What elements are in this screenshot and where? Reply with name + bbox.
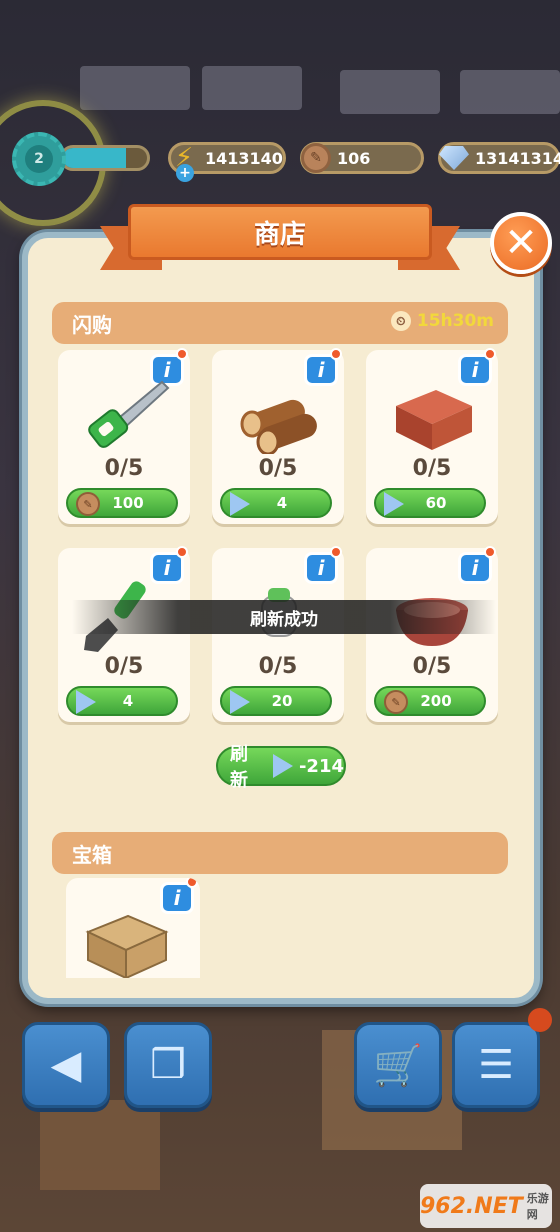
coin-icon: ✎	[76, 492, 100, 516]
gem-icon	[435, 139, 473, 177]
buy-button[interactable]: 4	[66, 686, 178, 716]
logs-icon	[240, 399, 317, 454]
background-box	[40, 1100, 160, 1190]
shop-title-ribbon: 商店	[100, 196, 460, 272]
item-count: 0/5	[258, 654, 298, 679]
close-button[interactable]: ✕	[490, 212, 552, 274]
coin-icon: ✎	[297, 139, 335, 177]
wood-block-icon	[396, 390, 472, 450]
gem-value: 13141314	[475, 148, 560, 168]
clock-icon: ⏲	[390, 311, 411, 331]
buy-button[interactable]: 60	[374, 488, 486, 518]
gem-icon	[76, 690, 100, 714]
refresh-cost: -214	[298, 755, 344, 777]
buy-button[interactable]: 20	[220, 686, 332, 716]
item-count: 0/5	[104, 456, 144, 481]
price: 4	[122, 692, 134, 710]
shop-item-shovel[interactable]: i 0/5 4	[58, 546, 190, 722]
watermark-main: 962.NET	[420, 1193, 523, 1219]
arrow-left-icon: ◀	[50, 1042, 82, 1088]
level-progress-bar	[60, 145, 150, 171]
back-button[interactable]: ◀	[22, 1022, 110, 1108]
flash-sale-label: 闪购	[72, 312, 112, 337]
checklist-icon: ☰	[478, 1042, 514, 1088]
coin-icon: ✎	[384, 690, 408, 714]
gem-icon	[230, 492, 254, 516]
buy-button[interactable]: ✎ 100	[66, 488, 178, 518]
shop-item-logs[interactable]: i 0/5 4	[212, 348, 344, 524]
watermark: 962.NET 乐游网	[420, 1184, 552, 1228]
notification-dot	[176, 348, 188, 360]
watermark-sub: 乐游网	[526, 1192, 549, 1221]
refresh-button[interactable]: 刷新 -214	[216, 744, 346, 791]
notification-dot	[528, 1008, 552, 1032]
notification-dot	[330, 546, 342, 558]
level-number: 2	[25, 145, 53, 173]
shop-item-bowl[interactable]: i 0/5 ✎ 200	[366, 546, 498, 722]
chest-icon	[85, 914, 169, 978]
gem-icon	[384, 492, 408, 516]
gem-counter[interactable]: 13141314	[438, 142, 560, 174]
item-count: 0/5	[412, 456, 452, 481]
gem-icon	[230, 690, 254, 714]
notification-dot	[176, 546, 188, 558]
item-count: 0/5	[412, 654, 452, 679]
box-icon: ❒	[150, 1042, 186, 1088]
shop-button[interactable]: 🛒	[354, 1022, 442, 1108]
notification-dot	[484, 546, 496, 558]
resource-bar: 2 ⚡ 1413140 + ✎ 106 13141314	[0, 100, 560, 226]
coin-counter[interactable]: ✎ 106	[300, 142, 424, 174]
toast-message: 刷新成功	[72, 600, 496, 634]
buy-button[interactable]: ✎ 200	[374, 686, 486, 716]
shop-item-gloves[interactable]: i 0/5 20	[212, 546, 344, 722]
shop-item-wood-block[interactable]: i 0/5 60	[366, 348, 498, 524]
saw-icon	[88, 380, 170, 448]
buy-button[interactable]: 4	[220, 488, 332, 518]
price: 100	[112, 494, 144, 512]
price: 4	[276, 494, 288, 512]
price: 200	[420, 692, 452, 710]
shop-title: 商店	[128, 204, 432, 260]
inventory-button[interactable]: ❒	[124, 1022, 212, 1108]
close-icon: ✕	[504, 220, 538, 266]
price: 60	[425, 494, 447, 512]
item-count: 0/5	[104, 654, 144, 679]
chest-header: 宝箱	[52, 832, 508, 874]
timer-value: 15h30m	[416, 311, 494, 331]
price: 20	[271, 692, 293, 710]
refresh-label: 刷新	[230, 744, 248, 791]
cart-icon: 🛒	[373, 1042, 423, 1089]
shop-item-chest[interactable]: i	[66, 878, 200, 978]
energy-value: 1413140	[205, 148, 283, 168]
tasks-button[interactable]: ☰	[452, 1022, 540, 1108]
add-energy-button[interactable]: +	[176, 164, 194, 182]
notification-dot	[330, 348, 342, 360]
flash-sale-header: 闪购 ⏲ 15h30m	[52, 302, 508, 344]
shop-item-saw[interactable]: i 0/5 ✎ 100	[58, 348, 190, 524]
chest-label: 宝箱	[72, 842, 112, 867]
flash-sale-timer: ⏲ 15h30m	[390, 311, 494, 331]
notification-dot	[484, 348, 496, 360]
level-gear-icon[interactable]: 2	[12, 132, 66, 186]
coin-value: 106	[337, 148, 371, 168]
gem-icon	[272, 754, 293, 778]
notification-dot	[186, 878, 198, 888]
item-count: 0/5	[258, 456, 298, 481]
level-progress-fill	[63, 148, 126, 168]
